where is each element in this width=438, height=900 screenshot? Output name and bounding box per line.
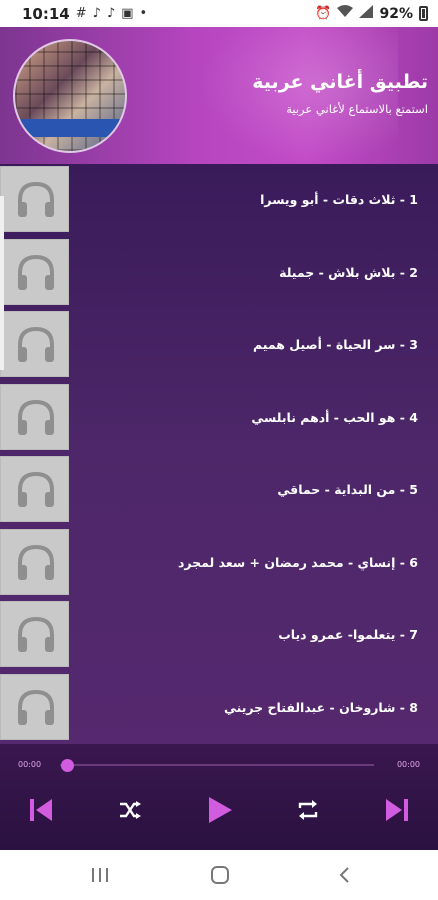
- headphones-icon: [18, 471, 54, 507]
- home-button[interactable]: [206, 863, 234, 887]
- previous-button[interactable]: [23, 792, 59, 828]
- back-icon: [339, 867, 349, 883]
- song-row[interactable]: 8 - شاروخان - عبدالفتاح جريني: [0, 672, 438, 740]
- wifi-icon: [337, 5, 354, 22]
- system-nav-bar: [0, 850, 438, 900]
- song-row[interactable]: 7 - يتعلموا- عمرو دياب: [0, 599, 438, 667]
- song-thumbnail: [0, 673, 69, 740]
- app-header: تطبيق أغاني عربية استمتع بالاستماع لأغان…: [0, 27, 438, 164]
- battery-icon: [419, 6, 428, 21]
- app-subtitle: استمتع بالاستماع لأغاني عربية: [286, 102, 428, 116]
- dot-icon: •: [139, 6, 148, 21]
- song-title: 6 - إنساي - محمد رمضان + سعد لمجرد: [177, 554, 418, 570]
- headphones-icon: [18, 326, 54, 362]
- skip-previous-icon: [30, 799, 52, 821]
- elapsed-time: 00:00: [18, 760, 42, 769]
- song-row[interactable]: 2 - بلاش بلاش - جميلة: [0, 237, 438, 305]
- home-icon: [211, 866, 229, 884]
- song-row[interactable]: 5 - من البداية - حماقي: [0, 454, 438, 522]
- song-title: 5 - من البداية - حماقي: [277, 482, 418, 497]
- song-title: 3 - سر الحياة - أصيل هميم: [253, 337, 418, 352]
- status-left: 10:14 # ♪ ♪ ▣ •: [22, 5, 147, 23]
- seek-bar[interactable]: [60, 764, 374, 766]
- song-thumbnail: [0, 238, 69, 305]
- music-note-icon: ♪: [106, 6, 116, 21]
- play-button[interactable]: [202, 792, 238, 828]
- app-title: تطبيق أغاني عربية: [252, 71, 428, 93]
- headphones-icon: [18, 181, 54, 217]
- hash-icon: #: [75, 6, 87, 21]
- song-thumbnail: [0, 383, 69, 450]
- song-row[interactable]: 6 - إنساي - محمد رمضان + سعد لمجرد: [0, 527, 438, 595]
- shuffle-button[interactable]: [112, 792, 148, 828]
- headphones-icon: [18, 399, 54, 435]
- recent-apps-button[interactable]: [86, 863, 114, 887]
- song-thumbnail: [0, 528, 69, 595]
- repeat-icon: [298, 800, 318, 820]
- song-title: 2 - بلاش بلاش - جميلة: [279, 264, 418, 280]
- image-icon: ▣: [121, 6, 134, 21]
- song-title: 4 - هو الحب - أدهم نابلسي: [251, 409, 418, 425]
- logo-banner: [15, 119, 125, 137]
- status-time: 10:14: [22, 4, 70, 23]
- skip-next-icon: [386, 799, 408, 821]
- song-row[interactable]: 3 - سر الحياة - أصيل هميم: [0, 309, 438, 377]
- song-title: 1 - ثلاث دقات - أبو ويسرا: [260, 192, 418, 207]
- song-row[interactable]: 1 - ثلاث دقات - أبو ويسرا: [0, 164, 438, 232]
- duration-time: 00:00: [396, 760, 420, 769]
- scrollbar[interactable]: [0, 196, 4, 370]
- headphones-icon: [18, 689, 54, 725]
- headphones-icon: [18, 616, 54, 652]
- shuffle-icon: [120, 801, 141, 819]
- song-thumbnail: [0, 456, 69, 522]
- status-bar: 10:14 # ♪ ♪ ▣ • ⏰ 92%: [0, 0, 438, 27]
- play-icon: [209, 797, 232, 823]
- headphones-icon: [18, 254, 54, 290]
- song-thumbnail: [0, 166, 69, 232]
- repeat-button[interactable]: [290, 792, 326, 828]
- header-text: تطبيق أغاني عربية استمتع بالاستماع لأغان…: [252, 71, 428, 116]
- song-thumbnail: [0, 601, 69, 667]
- seek-thumb[interactable]: [61, 759, 74, 772]
- song-title: 7 - يتعلموا- عمرو دياب: [278, 627, 418, 642]
- recent-apps-icon: [92, 868, 108, 882]
- song-row[interactable]: 4 - هو الحب - أدهم نابلسي: [0, 382, 438, 450]
- player-bar: 00:00 00:00: [0, 744, 438, 850]
- headphones-icon: [18, 544, 54, 580]
- status-right: ⏰ 92%: [315, 5, 428, 22]
- song-title: 8 - شاروخان - عبدالفتاح جريني: [223, 699, 418, 715]
- alarm-icon: ⏰: [315, 6, 332, 21]
- next-button[interactable]: [379, 792, 415, 828]
- app-logo: [13, 39, 127, 153]
- song-thumbnail: [0, 311, 69, 377]
- song-list[interactable]: 1 - ثلاث دقات - أبو ويسرا 2 - بلاش بلاش -…: [0, 164, 438, 744]
- signal-icon: [359, 5, 374, 22]
- battery-percent: 92%: [379, 5, 413, 22]
- music-note-icon: ♪: [92, 6, 101, 21]
- back-button[interactable]: [330, 863, 358, 887]
